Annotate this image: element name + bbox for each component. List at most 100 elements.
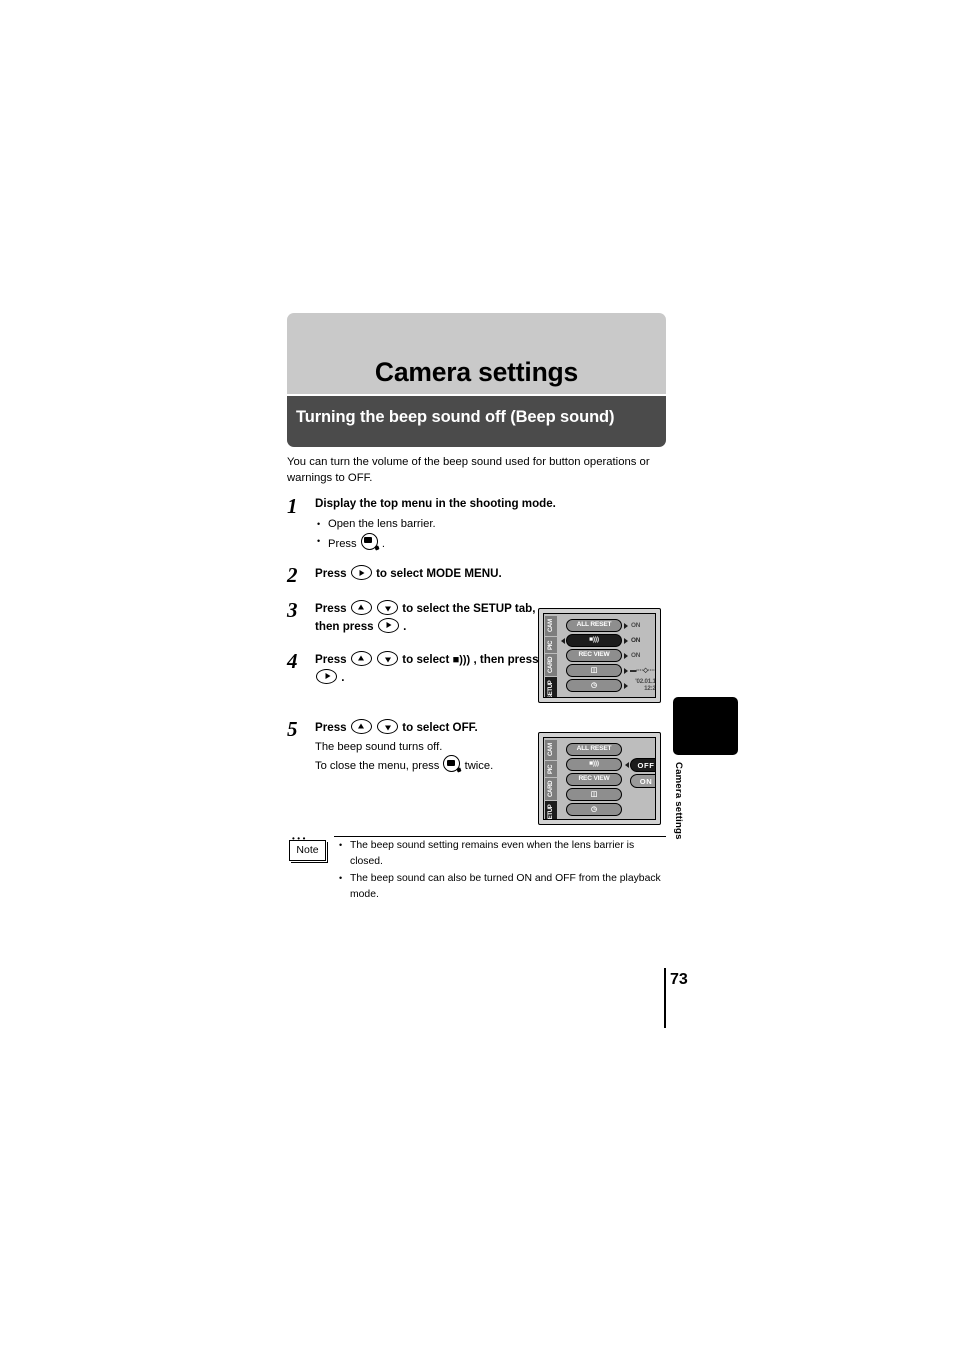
chapter-thumb-tab [673, 697, 738, 755]
lcd1-tab-card[interactable]: CARD [545, 654, 557, 676]
note-item: The beep sound can also be turned ON and… [338, 871, 668, 902]
lcd1-row-brightness-arrow-icon [624, 667, 628, 674]
step-1-bullet-a-text: Open the lens barrier. [328, 517, 436, 530]
step-1-bullet-b: Press . [315, 532, 687, 553]
lcd1-date: '02.01.12 [635, 678, 656, 685]
step-5-post: to select OFF. [402, 721, 478, 734]
lcd1-brightness-slider[interactable]: ▬····◇···· [630, 666, 655, 674]
arrow-right-icon [377, 617, 399, 633]
beep-sound-icon: ■))) [452, 654, 471, 666]
chapter-side-label: Camera settings [673, 762, 684, 840]
arrow-up-icon [350, 719, 372, 734]
lcd1-row-beep-arrow-icon [624, 637, 628, 644]
arrow-down-icon [377, 600, 399, 615]
lcd1-time: 12:20 [644, 685, 656, 692]
lcd2-option-left-arrow-icon [625, 761, 629, 768]
step-2-heading: Press to select MODE MENU. [315, 565, 687, 583]
lcd1-tabstrip: CAM PIC CARD SETUP [544, 614, 559, 697]
lcd-screen-1: CAM PIC CARD SETUP ALL RESET ON ■))) ON … [543, 613, 656, 698]
lcd-screenshot-beep-options: CAM PIC CARD SETUP ALL RESET ■))) REC VI… [538, 732, 661, 825]
lcd2-row-brightness[interactable]: ◫ [566, 788, 622, 801]
note-badge-dots-icon: ••• [292, 834, 308, 843]
step-4-number: 4 [287, 649, 298, 673]
lcd-brightness-icon: ◫ [590, 791, 598, 798]
lcd1-row-all-reset[interactable]: ALL RESET [566, 619, 622, 632]
lcd1-row-beep-left-arrow-icon [561, 637, 565, 644]
lcd-brightness-icon: ◫ [590, 667, 598, 674]
lcd1-row-rec-view-value: ON [631, 652, 641, 659]
step-4-mid: to select [402, 653, 450, 666]
note-item: The beep sound setting remains even when… [338, 838, 668, 869]
step-5-heading: Press to select OFF. [315, 719, 550, 737]
lcd1-tab-cam[interactable]: CAM [545, 616, 557, 636]
arrow-right-icon [350, 565, 372, 580]
step-2-post: to select MODE MENU. [376, 567, 502, 580]
step-3-heading: Press to select the SETUP tab, then pres… [315, 600, 540, 635]
lcd-screen-2: CAM PIC CARD SETUP ALL RESET ■))) REC VI… [543, 737, 656, 820]
lcd1-row-rec-view[interactable]: REC VIEW [566, 649, 622, 662]
step-3-post: . [403, 619, 407, 633]
lcd2-row-beep[interactable]: ■))) [566, 758, 622, 771]
lcd2-tab-card[interactable]: CARD [545, 778, 557, 800]
lcd2-tab-setup[interactable]: SETUP [545, 801, 557, 819]
lcd1-tab-pic[interactable]: PIC [545, 637, 557, 653]
section-title: Turning the beep sound off (Beep sound) [296, 408, 615, 426]
step-5-pre: Press [315, 721, 347, 734]
lcd1-row-all-reset-arrow-icon [624, 622, 628, 629]
step-4-heading: Press to select ■))) , then press . [315, 651, 540, 686]
step-1-bullet-b-pre: Press [328, 537, 357, 550]
lcd1-row-clock-arrow-icon [624, 682, 628, 689]
footer-rule [664, 968, 666, 1028]
note-badge: Note [289, 840, 326, 861]
lcd1-row-beep[interactable]: ■))) [566, 634, 622, 647]
manual-page: Camera settings Turning the beep sound o… [0, 0, 954, 1351]
clock-icon: ◷ [591, 806, 597, 813]
lcd2-tab-pic[interactable]: PIC [545, 761, 557, 777]
lcd2-row-rec-view[interactable]: REC VIEW [566, 773, 622, 786]
step-4-tail: . [341, 670, 345, 684]
arrow-up-icon [350, 651, 372, 666]
page-number: 73 [670, 971, 688, 988]
lcd2-tabstrip: CAM PIC CARD SETUP [544, 738, 559, 819]
step-5-line-3-post: twice. [464, 760, 494, 772]
note-list: The beep sound setting remains even when… [338, 838, 668, 904]
lcd2-option-on[interactable]: ON [630, 774, 655, 788]
step-1-bullet-b-post: . [381, 537, 385, 550]
chapter-banner: Camera settings [287, 313, 666, 394]
menu-button-icon [360, 532, 378, 550]
note-divider [334, 836, 666, 837]
intro-paragraph: You can turn the volume of the beep soun… [287, 456, 650, 484]
step-5-line-3: To close the menu, press twice. [315, 755, 550, 775]
step-3-pre: Press [315, 602, 347, 615]
lcd2-row-clock[interactable]: ◷ [566, 803, 622, 816]
arrow-down-icon [377, 651, 399, 666]
step-5-line-2: The beep sound turns off. [315, 740, 443, 753]
lcd2-tab-cam[interactable]: CAM [545, 740, 557, 760]
step-2: 2 Press to select MODE MENU. [287, 563, 687, 587]
step-1-number: 1 [287, 494, 298, 518]
clock-icon: ◷ [591, 682, 597, 689]
step-4-pre: Press [315, 653, 347, 666]
lcd1-row-clock[interactable]: ◷ [566, 679, 622, 692]
step-3-number: 3 [287, 598, 298, 622]
step-5-number: 5 [287, 717, 298, 741]
lcd1-row-rec-view-arrow-icon [624, 652, 628, 659]
section-banner: Turning the beep sound off (Beep sound) [287, 396, 666, 447]
arrow-right-icon [316, 668, 337, 684]
chapter-title: Camera settings [374, 357, 579, 387]
step-2-number: 2 [287, 563, 298, 587]
step-3-mid: to select the SETUP tab, then press [315, 602, 536, 633]
lcd1-row-all-reset-value: ON [631, 622, 641, 629]
lcd1-row-beep-value: ON [631, 637, 641, 644]
lcd-screenshot-setup-menu: CAM PIC CARD SETUP ALL RESET ON ■))) ON … [538, 608, 661, 703]
step-5-line-3-pre: To close the menu, press [315, 760, 440, 772]
step-4-post: , then press [473, 653, 539, 666]
arrow-down-icon [377, 719, 399, 734]
lcd1-tab-setup[interactable]: SETUP [545, 677, 557, 697]
lcd1-row-brightness[interactable]: ◫ [566, 664, 622, 677]
menu-button-icon [443, 755, 461, 772]
lcd2-option-off[interactable]: OFF [630, 758, 655, 772]
step-1-bullet-a: Open the lens barrier. [315, 516, 687, 533]
lcd2-row-all-reset[interactable]: ALL RESET [566, 743, 622, 756]
arrow-up-icon [350, 600, 372, 615]
